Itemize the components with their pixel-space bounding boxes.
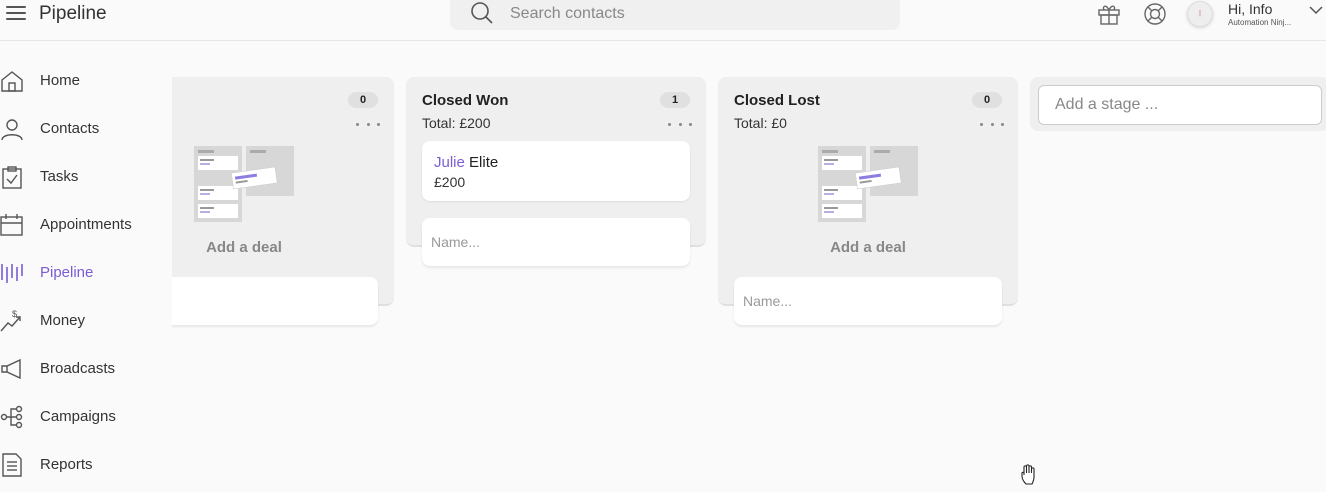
sidebar-item-label: Campaigns bbox=[40, 408, 116, 425]
add-stage-panel bbox=[1030, 77, 1326, 131]
pipeline-icon bbox=[1, 264, 23, 283]
sidebar-item-pipeline[interactable]: Pipeline bbox=[0, 253, 172, 293]
add-stage-input[interactable] bbox=[1038, 85, 1322, 125]
megaphone-icon bbox=[1, 358, 21, 380]
campaign-flow-icon bbox=[0, 405, 23, 429]
user-greeting[interactable]: Hi, Info bbox=[1228, 1, 1272, 17]
stage-more-icon[interactable] bbox=[356, 119, 380, 129]
sidebar-item-tasks[interactable]: Tasks bbox=[0, 157, 172, 197]
stage-column-closed-lost: Closed Lost Total: £0 0 Add a deal bbox=[718, 77, 1018, 325]
gift-icon[interactable] bbox=[1097, 2, 1121, 26]
money-trend-icon: $ bbox=[0, 309, 21, 332]
stage-deal-count: 0 bbox=[972, 92, 1002, 108]
sidebar-item-label: Reports bbox=[40, 456, 93, 473]
sidebar-item-label: Money bbox=[40, 312, 86, 329]
stage-column: 0 Add a deal bbox=[172, 77, 394, 325]
search-icon bbox=[471, 2, 493, 24]
stage-title: Closed Lost bbox=[734, 92, 820, 109]
search-bar[interactable] bbox=[450, 0, 900, 30]
stage-total: Total: £200 bbox=[422, 115, 491, 131]
deal-last-name: Elite bbox=[469, 154, 499, 171]
stage-deal-count: 0 bbox=[348, 92, 378, 108]
sidebar-item-money[interactable]: $ Money bbox=[0, 301, 172, 341]
sidebar-item-reports[interactable]: Reports bbox=[0, 445, 172, 485]
sidebar-item-contacts[interactable]: Contacts bbox=[0, 109, 172, 149]
report-document-icon bbox=[2, 453, 22, 477]
hand-cursor-icon bbox=[1021, 464, 1035, 485]
top-bar: Pipeline I Hi, Info Automation Ninj... bbox=[0, 0, 1326, 41]
add-deal-button[interactable]: Add a deal bbox=[172, 239, 394, 256]
sidebar-item-campaigns[interactable]: Campaigns bbox=[0, 397, 172, 437]
stage-title: Closed Won bbox=[422, 92, 509, 109]
sidebar: Home Contacts Tasks Appointments Pipelin… bbox=[0, 41, 172, 492]
sidebar-item-label: Home bbox=[40, 72, 81, 89]
search-input[interactable] bbox=[510, 3, 880, 25]
new-deal-name-input[interactable] bbox=[172, 277, 378, 325]
pipeline-board: 0 Add a deal Closed Won Total: £200 1 Ju… bbox=[172, 41, 1326, 492]
sidebar-item-home[interactable]: Home bbox=[0, 61, 172, 101]
stage-more-icon[interactable] bbox=[668, 119, 692, 129]
deal-contact-name[interactable]: Julie Elite bbox=[434, 154, 498, 171]
deal-value: £200 bbox=[434, 174, 466, 190]
menu-icon[interactable] bbox=[6, 6, 26, 22]
avatar[interactable]: I bbox=[1187, 1, 1213, 27]
chevron-down-icon[interactable] bbox=[1309, 5, 1323, 15]
stage-total: Total: £0 bbox=[734, 115, 787, 131]
deal-card[interactable]: Julie Elite £200 bbox=[422, 141, 690, 201]
empty-pipeline-illustration-icon bbox=[194, 146, 294, 222]
sidebar-item-label: Tasks bbox=[40, 168, 79, 185]
stage-deal-count: 1 bbox=[660, 92, 690, 108]
sidebar-item-label: Appointments bbox=[40, 216, 132, 233]
clipboard-check-icon bbox=[2, 166, 22, 189]
sidebar-item-broadcasts[interactable]: Broadcasts bbox=[0, 349, 172, 389]
sidebar-item-label: Broadcasts bbox=[40, 360, 116, 377]
sidebar-item-label: Contacts bbox=[40, 120, 100, 137]
new-deal-name-input[interactable] bbox=[734, 277, 1002, 325]
stage-column-closed-won: Closed Won Total: £200 1 Julie Elite £20… bbox=[406, 77, 706, 266]
stage-more-icon[interactable] bbox=[980, 119, 1004, 129]
sidebar-item-label: Pipeline bbox=[40, 264, 94, 281]
help-lifebuoy-icon[interactable] bbox=[1143, 2, 1167, 26]
deal-first-name[interactable]: Julie bbox=[434, 154, 465, 171]
home-icon bbox=[1, 71, 23, 92]
svg-text:$: $ bbox=[12, 309, 17, 319]
new-deal-name-input[interactable] bbox=[422, 218, 690, 266]
empty-pipeline-illustration-icon bbox=[818, 146, 918, 222]
add-deal-button[interactable]: Add a deal bbox=[718, 239, 1018, 256]
person-icon bbox=[1, 119, 23, 141]
user-company: Automation Ninj... bbox=[1228, 18, 1292, 27]
calendar-icon bbox=[0, 214, 23, 236]
sidebar-item-appointments[interactable]: Appointments bbox=[0, 205, 172, 245]
page-title: Pipeline bbox=[39, 3, 107, 24]
